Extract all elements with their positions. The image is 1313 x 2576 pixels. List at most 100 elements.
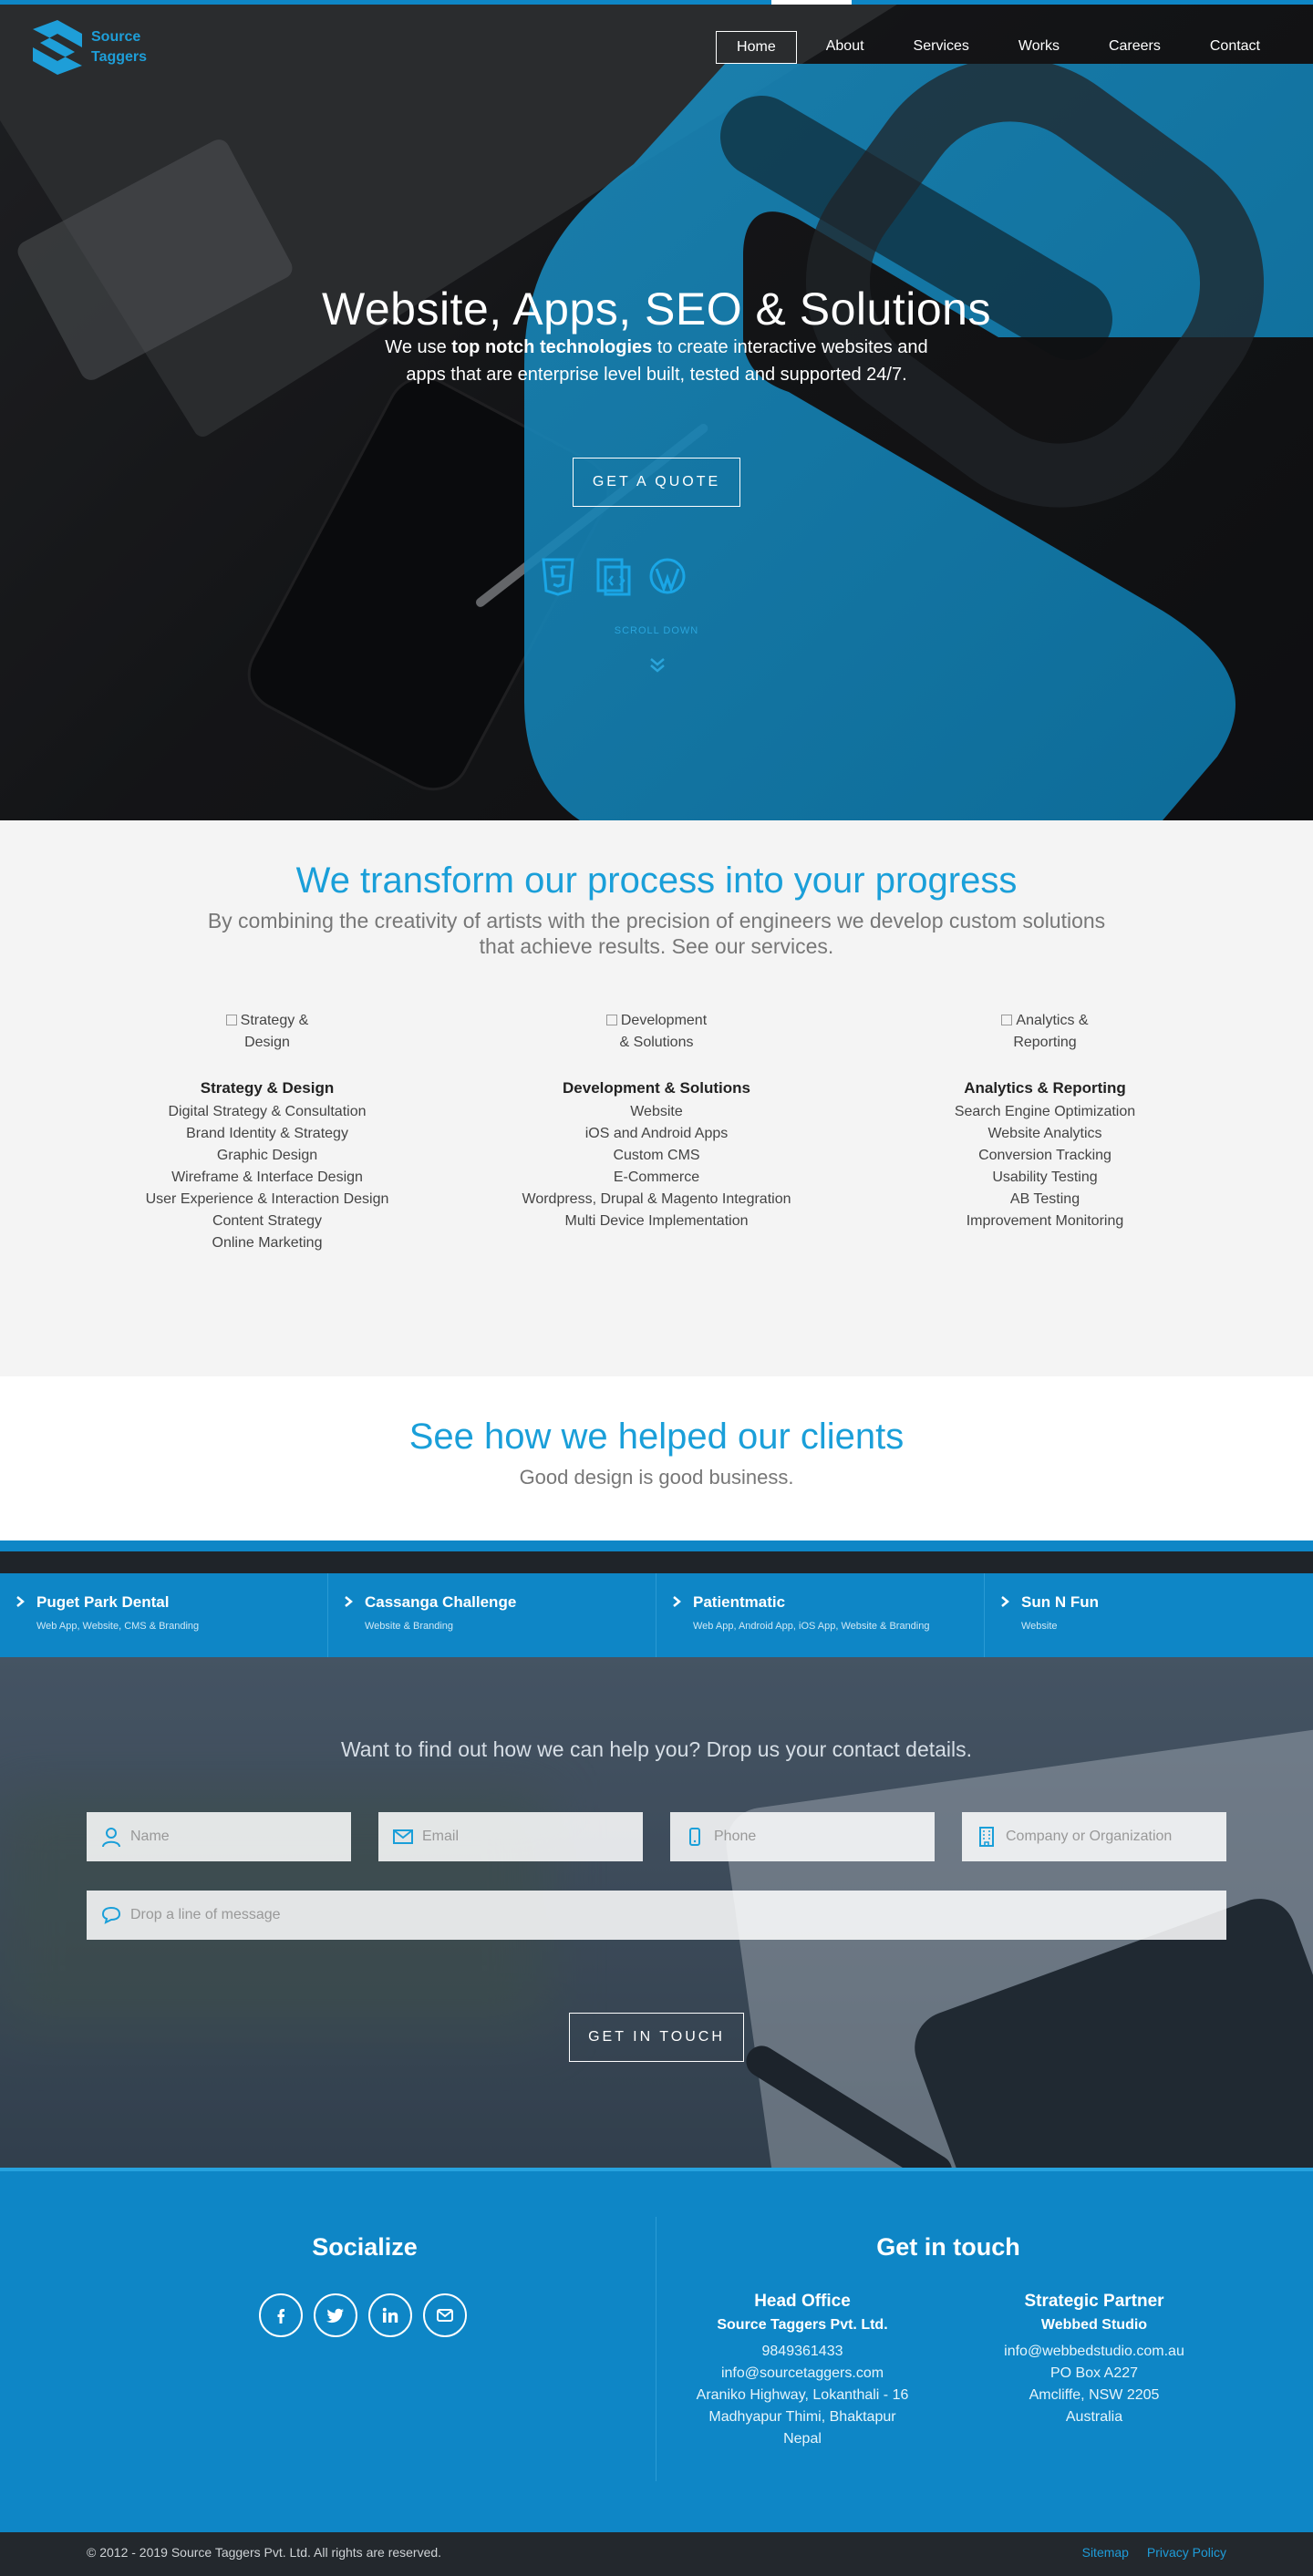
hero-top-accent-line [0,0,1313,5]
copyright-text: © 2012 - 2019 Source Taggers Pvt. Ltd. A… [87,2545,442,2560]
clients-section: See how we helped our clients Good desig… [0,1376,1313,1540]
email-input[interactable] [422,1812,636,1861]
partner-company: Webbed Studio [1040,2317,1148,2333]
partner-heading: Strategic Partner [1024,2292,1164,2311]
service-column-strategy: Strategy & Design Strategy & Design Digi… [76,1010,459,1254]
copyright-bar: © 2012 - 2019 Source Taggers Pvt. Ltd. A… [0,2532,1313,2576]
service-heading: Strategy & Design [200,1079,335,1097]
twitter-icon[interactable] [314,2293,357,2337]
message-input[interactable] [130,1891,1219,1940]
contact-title: Want to find out how we can help you? Dr… [340,1737,973,1761]
service-column-analytics: Analytics & Reporting Analytics & Report… [853,1010,1236,1232]
building-icon [979,1827,994,1847]
user-icon [102,1828,120,1848]
nav-home[interactable]: Home [716,31,797,64]
company-field [962,1812,1226,1861]
head-office-company: Source Taggers Pvt. Ltd. [717,2317,888,2333]
service-column-development: Development & Solutions Development & So… [465,1010,848,1232]
service-item: Search Engine Optimization [954,1104,1136,1119]
mobile-phone-icon [689,1828,700,1846]
scroll-down-label[interactable]: SCROLL DOWN [0,625,1313,636]
service-item: AB Testing [1009,1191,1080,1207]
client-tags: Website & Branding [365,1621,454,1632]
sitemap-link[interactable]: Sitemap [1082,2545,1129,2560]
client-name: Cassanga Challenge [365,1593,517,1611]
phone-input[interactable] [714,1812,927,1861]
head-office-phone[interactable]: 9849361433 [666,2341,939,2363]
client-strip: Puget Park Dental Web App, Website, CMS … [0,1573,1313,1657]
service-item: Custom CMS [613,1148,700,1163]
service-item: Online Marketing [212,1235,323,1251]
service-image-development: Development & Solutions [602,1010,711,1054]
name-input[interactable] [130,1812,344,1861]
brand-name: Source Taggers [91,27,147,67]
contact-section: Want to find out how we can help you? Dr… [0,1657,1313,2168]
nav-careers[interactable]: Careers [1089,31,1181,64]
client-tags: Web App, Website, CMS & Branding [36,1621,200,1632]
client-tags: Website [1021,1621,1058,1632]
head-office: Head Office Source Taggers Pvt. Ltd. 984… [666,2292,939,2450]
service-item: Brand Identity & Strategy [186,1126,348,1141]
service-item: Improvement Monitoring [966,1213,1124,1229]
head-office-country: Nepal [783,2431,822,2447]
brand-name-line2: Taggers [91,49,148,65]
client-name: Patientmatic [693,1593,786,1611]
linkedin-icon[interactable] [368,2293,412,2337]
chevron-right-icon [16,1596,25,1607]
partner-address-line: Amcliffe, NSW 2205 [1029,2387,1160,2403]
privacy-policy-link[interactable]: Privacy Policy [1147,2545,1226,2560]
service-item: Wordpress, Drupal & Magento Integration [522,1191,791,1207]
partner-address-line: PO Box A227 [1049,2365,1139,2381]
chevron-right-icon [345,1596,353,1607]
clients-accent-bar [0,1540,1313,1551]
nav-works[interactable]: Works [998,31,1080,64]
service-list: Website iOS and Android Apps Custom CMS … [465,1101,848,1232]
get-in-touch-heading: Get in touch [876,2233,1020,2261]
get-in-touch-button[interactable]: GET IN TOUCH [569,2013,744,2062]
hero-title: Website, Apps, SEO & Solutions [322,283,991,335]
company-input[interactable] [1006,1812,1219,1861]
service-item: Content Strategy [212,1213,323,1229]
nav-about[interactable]: About [806,31,884,64]
service-item: iOS and Android Apps [584,1126,729,1141]
phone-field [670,1812,935,1861]
nav-contact[interactable]: Contact [1190,31,1280,64]
client-item-cassanga-challenge[interactable]: Cassanga Challenge Website & Branding [328,1573,656,1657]
service-image-analytics: Analytics & Reporting [990,1010,1100,1054]
chat-bubble-icon [101,1906,121,1924]
brand-logo[interactable]: Source Taggers [29,18,157,77]
clients-subtitle: Good design is good business. [519,1466,794,1489]
name-field [87,1812,351,1861]
source-taggers-logo-icon [33,20,82,75]
social-links [259,2293,470,2341]
footer: Socialize Get in touch Head Office Sourc… [0,2168,1313,2532]
service-item: Website Analytics [987,1126,1102,1141]
footer-links: Sitemap Privacy Policy [1068,2545,1226,2560]
client-name: Sun N Fun [1021,1593,1099,1611]
get-a-quote-button[interactable]: GET A QUOTE [573,458,740,507]
chevron-right-icon [673,1596,681,1607]
service-heading: Development & Solutions [563,1079,750,1097]
client-item-puget-park-dental[interactable]: Puget Park Dental Web App, Website, CMS … [0,1573,328,1657]
services-subtitle: By combining the creativity of artists w… [207,909,1106,958]
socialize-heading: Socialize [312,2233,418,2261]
head-office-email[interactable]: info@sourcetaggers.com [666,2363,939,2385]
envelope-icon [393,1829,413,1844]
client-tags: Web App, Android App, iOS App, Website &… [693,1621,930,1632]
nav-services[interactable]: Services [894,31,989,64]
hero-section: Source Taggers Home About Services Works… [0,0,1313,820]
client-item-sun-n-fun[interactable]: Sun N Fun Website [985,1573,1313,1657]
client-item-patientmatic[interactable]: Patientmatic Web App, Android App, iOS A… [656,1573,985,1657]
partner-country: Australia [1065,2409,1123,2425]
message-field [87,1891,1226,1940]
facebook-icon[interactable] [259,2293,303,2337]
scroll-down-chevron-icon[interactable] [647,656,667,675]
partner-email[interactable]: info@webbedstudio.com.au [957,2341,1231,2363]
email-icon[interactable] [423,2293,467,2337]
client-name: Puget Park Dental [36,1593,170,1611]
service-item: Wireframe & Interface Design [171,1170,363,1185]
hero-subtitle-highlight: top notch technologies [451,337,653,357]
service-list: Digital Strategy & Consultation Brand Id… [76,1101,459,1254]
service-item: E-Commerce [613,1170,700,1185]
services-section: We transform our process into your progr… [0,820,1313,1376]
